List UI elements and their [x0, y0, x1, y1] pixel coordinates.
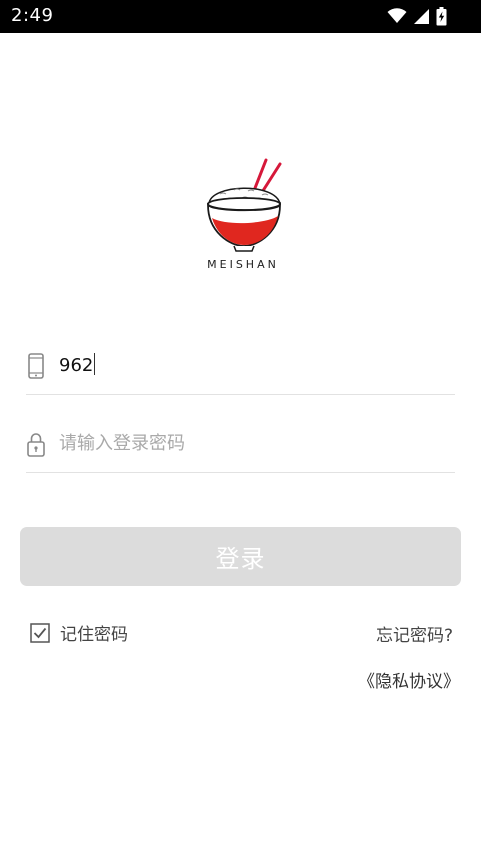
password-input[interactable]: 请输入登录密码	[59, 430, 185, 458]
text-caret	[94, 353, 96, 375]
phone-input-value: 962	[59, 355, 94, 376]
phone-input[interactable]: 962	[59, 352, 96, 380]
status-icons	[387, 6, 447, 26]
phone-field[interactable]: 962	[26, 338, 455, 395]
phone-icon	[26, 352, 46, 380]
privacy-agreement-link[interactable]: 《隐私协议》	[358, 667, 460, 692]
login-button[interactable]: 登录	[20, 527, 461, 586]
signal-icon	[413, 8, 430, 25]
checkbox-checked-icon[interactable]	[30, 622, 50, 643]
password-field[interactable]: 请输入登录密码	[26, 416, 455, 473]
lock-icon	[26, 430, 46, 458]
remember-password-toggle[interactable]: 记住密码	[30, 620, 128, 645]
login-screen: 2:49 MEISHAN 962 请输入登录密码 登录 记住密码 忘记密码? 《…	[0, 0, 481, 855]
wifi-icon	[387, 8, 407, 24]
remember-password-label: 记住密码	[60, 625, 128, 645]
battery-charging-icon	[436, 6, 447, 26]
status-time: 2:49	[11, 5, 54, 26]
logo-brand-text: MEISHAN	[207, 258, 279, 271]
meishan-logo: MEISHAN	[190, 154, 296, 284]
rice-bowl-icon	[207, 158, 282, 252]
status-bar: 2:49	[0, 0, 481, 33]
forgot-password-link[interactable]: 忘记密码?	[376, 621, 453, 646]
